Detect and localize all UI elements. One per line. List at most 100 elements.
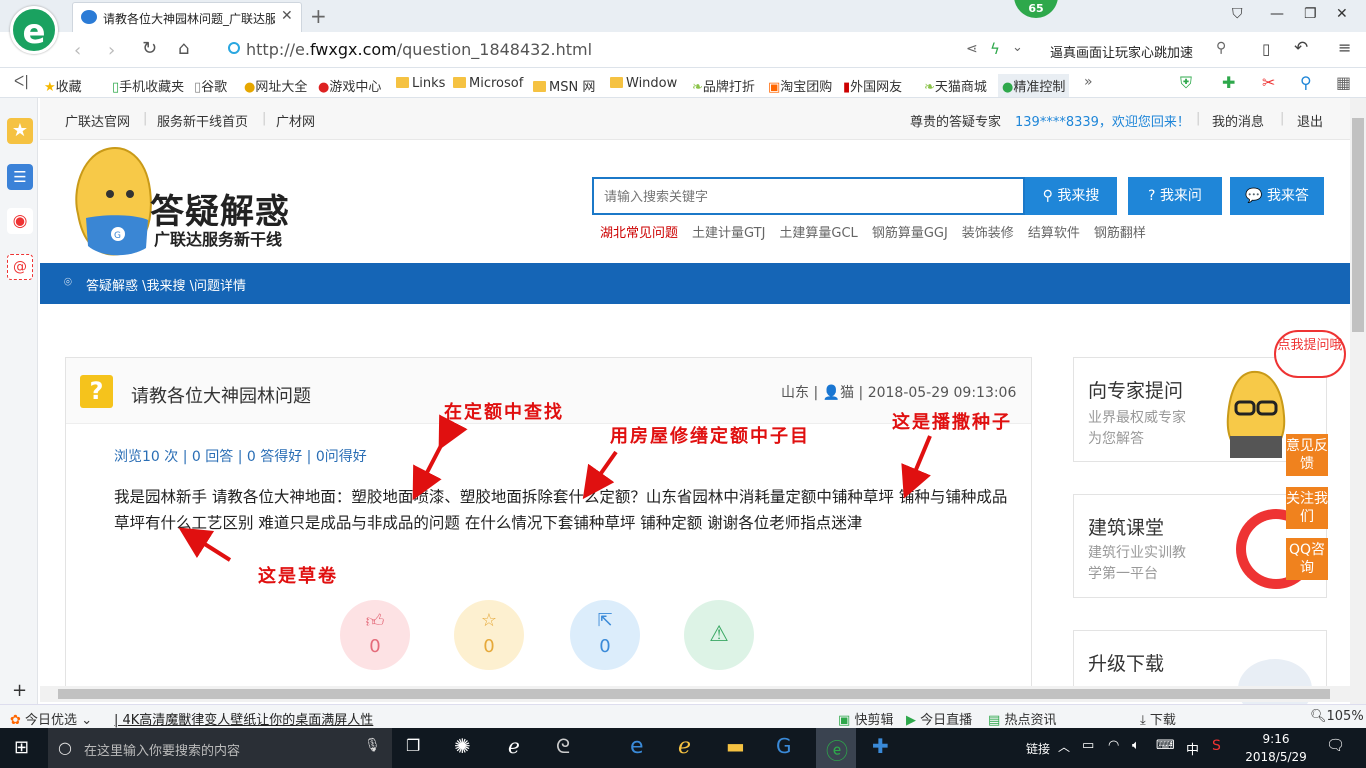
hot-link[interactable]: 装饰装修 [962, 226, 1014, 241]
scissors-icon[interactable]: ✂ [1262, 73, 1275, 92]
active-browser-task[interactable]: ⓔ [816, 728, 856, 768]
fav-item[interactable]: ●精准控制 [998, 74, 1070, 97]
qq-button[interactable]: QQ咨询 [1286, 538, 1328, 580]
bolt-icon[interactable]: ϟ [990, 40, 1000, 58]
hot-link[interactable]: 钢筋算量GGJ [872, 226, 948, 241]
news-ticker[interactable]: | 4K高清魔獸律变人壁纸让你的桌面满屏人性 [114, 709, 373, 728]
fav-item[interactable]: ❧天猫商城 [924, 76, 987, 95]
share-icon[interactable]: ⋖ [966, 41, 978, 57]
magnifier-icon[interactable]: ⚲ [1300, 73, 1312, 92]
logout-link[interactable]: 退出 [1297, 111, 1323, 130]
follow-button[interactable]: 关注我们 [1286, 487, 1328, 529]
question-stats[interactable]: 浏览10 次 | 0 回答 | 0 答得好 | 0问得好 [114, 446, 367, 466]
skin-icon[interactable]: ⛉ [1232, 6, 1243, 22]
zoom-level[interactable]: 🔍︎105% [1310, 709, 1364, 724]
menu-icon[interactable]: ≡ [1338, 38, 1351, 57]
hot-link[interactable]: 结算软件 [1028, 226, 1080, 241]
g-app-icon[interactable]: G [776, 734, 792, 758]
ie-icon[interactable]: ℯ [678, 734, 691, 759]
hot-link[interactable]: 土建算量GCL [779, 226, 857, 241]
status-item[interactable]: ⤓ 下载 [1140, 709, 1176, 728]
today-picks[interactable]: ✿ 今日优选 ⌄ [10, 709, 92, 728]
favorites-star-icon[interactable]: ★ [7, 118, 33, 144]
search-input[interactable] [594, 179, 1023, 213]
fav-item[interactable]: ▣淘宝团购 [768, 76, 832, 95]
search-icon[interactable]: ⚲ [1216, 40, 1226, 56]
reader-icon[interactable]: ☰ [7, 164, 33, 190]
tray-up-icon[interactable]: ︿ [1058, 738, 1070, 755]
sogou-icon[interactable]: S [1212, 738, 1221, 754]
task-view-icon[interactable]: ❐ [406, 736, 420, 755]
favorite-button[interactable]: ☆ 0 [454, 600, 524, 670]
maximize-button[interactable]: ❐ [1304, 6, 1317, 22]
fav-item[interactable]: ▯手机收藏夹 [112, 76, 184, 95]
horizontal-scrollbar[interactable] [40, 686, 1350, 702]
shield-icon[interactable]: ⛨ [1180, 73, 1192, 93]
fav-item[interactable]: Links [396, 76, 445, 91]
status-item[interactable]: ▤ 热点资讯 [988, 709, 1056, 728]
edge-icon[interactable]: ℯ [508, 734, 520, 758]
fav-item[interactable]: ▯谷歌 [194, 76, 227, 95]
promo-text[interactable]: 逼真画面让玩家心跳加速 [1050, 42, 1193, 61]
battery-icon[interactable]: ▭ [1082, 738, 1094, 753]
edge-blue-icon[interactable]: e [630, 734, 644, 759]
add-sidebar-icon[interactable]: + [12, 680, 27, 701]
ime-indicator[interactable]: 中 [1186, 739, 1199, 758]
mail-icon[interactable]: @ [7, 254, 33, 280]
url-field[interactable]: http://e.fwxgx.com/question_1848432.html [246, 40, 592, 59]
sidebar-toggle-icon[interactable]: ᐸ| [14, 74, 29, 90]
app-fan-icon[interactable]: ✺ [454, 734, 471, 758]
hot-link[interactable]: 湖北常见问题 [600, 226, 678, 241]
back-icon[interactable]: ‹ [74, 40, 81, 61]
feedback-button[interactable]: 意见反馈 [1286, 434, 1328, 476]
fav-item[interactable]: Microsof [453, 76, 523, 91]
fav-item[interactable]: ●网址大全 [244, 76, 307, 95]
folder-icon[interactable]: ▬ [726, 734, 745, 758]
clock[interactable]: 9:16 2018/5/29 [1244, 730, 1308, 766]
share-button[interactable]: ⇱ 0 [570, 600, 640, 670]
fav-item[interactable]: ❧品牌打折 [692, 76, 755, 95]
close-tab-icon[interactable]: ✕ [281, 8, 293, 24]
browser-logo-icon[interactable]: e [10, 6, 58, 54]
answer-button[interactable]: 💬 我来答 [1230, 177, 1324, 215]
fav-item[interactable]: ★收藏 [44, 76, 82, 95]
more-favorites-icon[interactable]: » [1084, 74, 1093, 90]
plus-app-icon[interactable]: ✚ [872, 734, 889, 758]
weibo-icon[interactable]: ◉ [7, 208, 33, 234]
vertical-scrollbar[interactable] [1350, 98, 1366, 708]
undo-icon[interactable]: ↶ [1294, 38, 1308, 58]
hot-link[interactable]: 土建计量GTJ [692, 226, 765, 241]
my-messages-link[interactable]: 我的消息 [1212, 111, 1264, 130]
topnav-link[interactable]: 服务新干线首页 [157, 111, 248, 130]
plus-icon[interactable]: ✚ [1222, 73, 1235, 92]
volume-icon[interactable]: 🔈︎ [1132, 738, 1140, 753]
refresh-icon[interactable]: ↻ [142, 38, 157, 59]
browser-tab[interactable]: 请教各位大神园林问题_广联达服 ✕ [72, 2, 302, 32]
new-tab-button[interactable]: + [310, 4, 327, 28]
scroll-thumb[interactable] [1352, 118, 1364, 332]
notification-icon[interactable]: 🗨︎ [1326, 736, 1345, 754]
fav-item[interactable]: ●游戏中心 [318, 76, 381, 95]
breadcrumb[interactable]: 答疑解惑 \我来搜 \问题详情 [86, 275, 246, 294]
tray-links[interactable]: 链接 [1026, 740, 1050, 757]
status-item[interactable]: ▣ 快剪辑 [838, 709, 893, 728]
close-window-button[interactable]: ✕ [1336, 6, 1348, 22]
taskbar-search[interactable]: ○ 在这里输入你要搜索的内容 🎙︎ [48, 728, 392, 768]
fav-item[interactable]: Window [610, 76, 677, 91]
wifi-icon[interactable]: ◠ [1108, 738, 1119, 753]
search-button[interactable]: ⚲ 我来搜 [1025, 177, 1117, 215]
status-item[interactable]: ▶ 今日直播 [906, 709, 972, 728]
fav-item[interactable]: MSN 网 [533, 76, 595, 95]
scroll-thumb[interactable] [58, 689, 1330, 699]
ask-bubble[interactable]: 点我提问哦 [1274, 330, 1346, 378]
hot-link[interactable]: 钢筋翻样 [1094, 226, 1146, 241]
ask-button[interactable]: ? 我来问 [1128, 177, 1222, 215]
search-box[interactable] [592, 177, 1025, 215]
minimize-button[interactable]: — [1270, 6, 1284, 22]
topnav-link[interactable]: 广联达官网 [65, 111, 130, 130]
chevron-down-icon[interactable]: ⌄ [1012, 40, 1023, 55]
topnav-link[interactable]: 广材网 [276, 111, 315, 130]
report-button[interactable]: ⚠ [684, 600, 754, 670]
home-icon[interactable]: ⌂ [178, 38, 189, 59]
grid-icon[interactable]: ▦ [1336, 73, 1351, 92]
